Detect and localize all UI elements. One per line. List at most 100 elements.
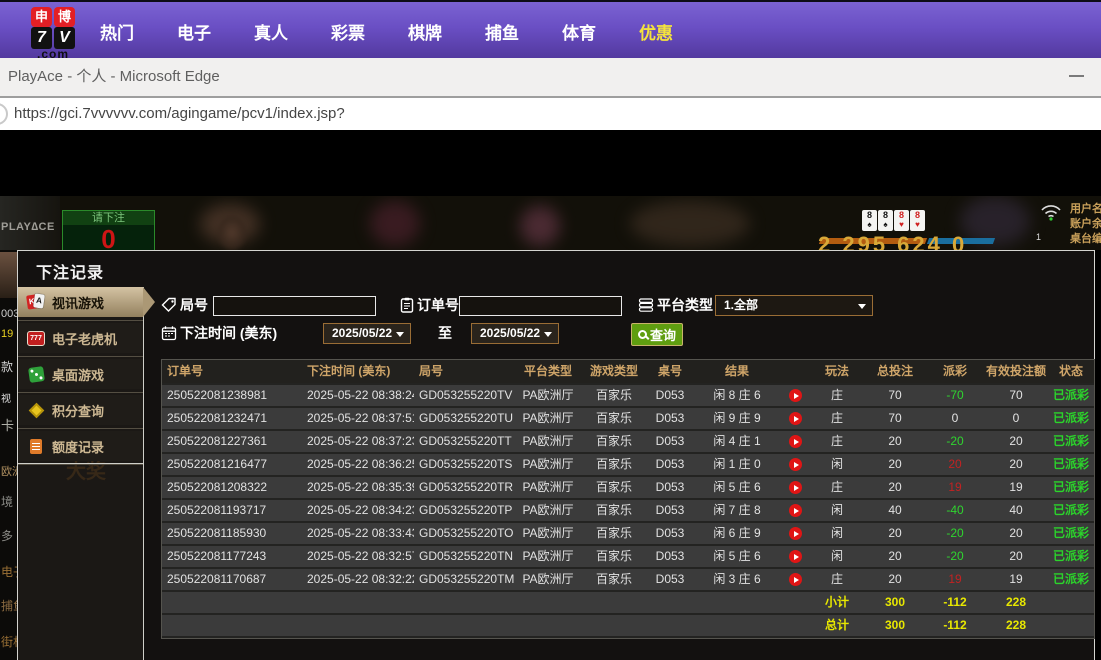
cell-total-bet: 20: [864, 477, 926, 498]
playing-card: 8♥: [910, 210, 925, 231]
replay-button[interactable]: [789, 435, 802, 448]
minimize-icon[interactable]: [1069, 75, 1086, 79]
logo-char-4: V: [54, 27, 75, 49]
sidebar-item-3[interactable]: 桌面游戏: [18, 359, 143, 389]
sidebar-item-5[interactable]: 额度记录: [18, 431, 143, 461]
replay-button[interactable]: [789, 550, 802, 563]
cell-valid-bet: 40: [984, 500, 1048, 521]
cell-platform: PA欧洲厅: [514, 408, 582, 429]
platform-select[interactable]: 1.全部: [715, 295, 873, 316]
sidebar-item-1[interactable]: KA视讯游戏: [18, 287, 143, 317]
nav-item-7[interactable]: 体育: [562, 19, 596, 44]
date-from-value: 2025/05/22: [332, 326, 392, 340]
logo-char-3: 7: [31, 27, 52, 49]
nav-item-4[interactable]: 彩票: [331, 19, 365, 44]
avatar: [0, 252, 17, 298]
nav-item-1[interactable]: 热门: [100, 19, 134, 44]
cell-empty: [302, 592, 414, 613]
cell-total-bet: 70: [864, 385, 926, 406]
date-to-select[interactable]: 2025/05/22: [471, 323, 559, 344]
nav-menu: 热门 电子 真人 彩票 棋牌 捕鱼 体育 优惠: [100, 2, 716, 60]
sidebar-item-2[interactable]: 777电子老虎机: [18, 323, 143, 353]
sidebar: KA视讯游戏 777电子老虎机桌面游戏积分查询额度记录: [18, 287, 143, 467]
cell-valid-bet: 20: [984, 523, 1048, 544]
cell-replay: [780, 431, 810, 452]
cell-replay: [780, 569, 810, 590]
cell-round-no: GD053255220TR: [414, 477, 514, 498]
round-no-input[interactable]: [213, 296, 376, 316]
document-icon: [26, 439, 46, 454]
replay-button[interactable]: [789, 573, 802, 586]
cell-bet-time: 2025-05-22 08:33:43: [302, 523, 414, 544]
cell-game-type: 百家乐: [582, 477, 646, 498]
cell-payout: -20: [926, 431, 984, 452]
calendar-icon: [161, 325, 177, 341]
col-header: 玩法: [810, 360, 864, 383]
cell-bet-time: 2025-05-22 08:35:39: [302, 477, 414, 498]
cell-status: 已派彩: [1048, 523, 1094, 544]
cell-bet-time: 2025-05-22 08:32:57: [302, 546, 414, 567]
table-row: 2505220811937172025-05-22 08:34:23GD0532…: [162, 500, 1094, 523]
playing-card: 8♠: [862, 210, 877, 231]
table-row: 2505220812389812025-05-22 08:38:24GD0532…: [162, 385, 1094, 408]
background-text-fragment: 捕鱼王: [1, 597, 17, 614]
replay-button[interactable]: [789, 458, 802, 471]
page-background: [0, 130, 1101, 196]
nav-item-3[interactable]: 真人: [254, 19, 288, 44]
playing-card: 8♠: [878, 210, 893, 231]
table-row: 2505220812083222025-05-22 08:35:39GD0532…: [162, 477, 1094, 500]
nav-item-5[interactable]: 棋牌: [408, 19, 442, 44]
order-no-input[interactable]: [459, 296, 622, 316]
jackpot-amount: 2 295 624 0: [818, 232, 967, 250]
cell-result: 闲 1 庄 0: [694, 454, 780, 475]
cell-empty: [302, 615, 414, 636]
search-button[interactable]: 查询: [631, 323, 683, 346]
browser-urlbar[interactable]: https://gci.7vvvvvv.com/agingame/pcv1/in…: [0, 96, 1101, 130]
replay-button[interactable]: [789, 412, 802, 425]
cell-empty: [414, 615, 514, 636]
order-no-label: 订单号: [417, 295, 459, 315]
cell-bet-type: 庄: [810, 408, 864, 429]
nav-item-2[interactable]: 电子: [177, 19, 211, 44]
summary-payout: -112: [926, 615, 984, 636]
replay-button[interactable]: [789, 389, 802, 402]
cell-platform: PA欧洲厅: [514, 500, 582, 521]
cell-empty: [646, 592, 694, 613]
cell-platform: PA欧洲厅: [514, 431, 582, 452]
cell-payout: -20: [926, 523, 984, 544]
replay-button[interactable]: [789, 481, 802, 494]
date-from-select[interactable]: 2025/05/22: [323, 323, 411, 344]
sidebar-item-4[interactable]: 积分查询: [18, 395, 143, 425]
site-logo[interactable]: 申 博 7 V .com: [18, 7, 88, 60]
account-info-label: 用户名称:: [1070, 202, 1101, 217]
cell-valid-bet: 0: [984, 408, 1048, 429]
cell-game-type: 百家乐: [582, 546, 646, 567]
col-header: 有效投注额: [984, 360, 1048, 383]
col-header: 结果: [694, 360, 780, 383]
cell-empty: [1048, 615, 1094, 636]
replay-button[interactable]: [789, 504, 802, 517]
nav-item-6[interactable]: 捕鱼: [485, 19, 519, 44]
col-header: 平台类型: [514, 360, 582, 383]
cell-status: 已派彩: [1048, 569, 1094, 590]
caret-down-icon: [544, 332, 552, 337]
cell-replay: [780, 523, 810, 544]
cell-game-type: 百家乐: [582, 454, 646, 475]
cell-valid-bet: 19: [984, 569, 1048, 590]
search-button-label: 查询: [650, 325, 676, 344]
cell-valid-bet: 20: [984, 454, 1048, 475]
cell-status: 已派彩: [1048, 431, 1094, 452]
cell-status: 已派彩: [1048, 385, 1094, 406]
nav-item-8[interactable]: 优惠: [639, 19, 673, 44]
background-text-fragment: 003: [1, 308, 17, 320]
table-body: 2505220812389812025-05-22 08:38:24GD0532…: [162, 385, 1094, 638]
url-text: https://gci.7vvvvvv.com/agingame/pcv1/in…: [14, 98, 345, 130]
cell-result: 闲 3 庄 6: [694, 569, 780, 590]
cell-game-type: 百家乐: [582, 431, 646, 452]
replay-button[interactable]: [789, 527, 802, 540]
slot-777-icon: 777: [26, 331, 46, 346]
cell-order-no: 250522081238981: [162, 385, 302, 406]
cell-result: 闲 6 庄 9: [694, 523, 780, 544]
cell-empty: [1048, 592, 1094, 613]
cell-platform: PA欧洲厅: [514, 569, 582, 590]
